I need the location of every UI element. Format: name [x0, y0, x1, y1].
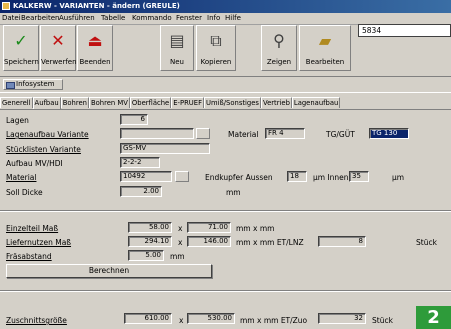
- endkupfer-label: Endkupfer Aussen: [205, 173, 273, 182]
- figure-number-badge: 2: [416, 306, 451, 329]
- zuschnitt-unit: mm x mm ET/Zuo: [240, 316, 308, 325]
- infosystem-label: Infosystem: [16, 80, 55, 88]
- zuschnitt-x-field[interactable]: 610.00: [124, 313, 172, 324]
- aufbau-label: Aufbau MV/HDI: [6, 159, 63, 168]
- menu-info[interactable]: Info: [207, 14, 220, 22]
- lagenaufbau-field[interactable]: [120, 128, 194, 139]
- tab-vertrieb[interactable]: Vertrieb: [260, 97, 292, 108]
- einzelteil-label: Einzelteil Maß: [6, 224, 59, 233]
- material-field-2[interactable]: FR 4: [265, 128, 305, 139]
- infosystem-button[interactable]: Infosystem: [3, 79, 63, 90]
- fraesabstand-label: Fräsabstand: [6, 252, 52, 261]
- um-label: µm: [392, 173, 405, 182]
- material-label-2: Material: [228, 130, 259, 139]
- zuschnitt-times: x: [179, 316, 184, 325]
- menu-bearbeiten[interactable]: Bearbeiten: [21, 14, 59, 22]
- einzelteil-y-field[interactable]: 71.00: [187, 222, 231, 233]
- exit-icon: ⏏: [87, 31, 103, 50]
- fraesabstand-unit: mm: [170, 252, 185, 261]
- liefernutzen-unit: mm x mm ET/LNZ: [236, 238, 304, 247]
- copy-label: Kopieren: [200, 58, 232, 66]
- copy-icon: ⧉: [210, 31, 222, 50]
- new-label: Neu: [170, 58, 184, 66]
- tg-field[interactable]: TG 130: [369, 128, 409, 139]
- show-label: Zeigen: [266, 58, 292, 66]
- tab-lagenaufbau[interactable]: Lagenaufbau: [291, 97, 341, 108]
- stueckliste-field[interactable]: GS-MV: [120, 143, 210, 154]
- lagenaufbau-label: Lagenaufbau Variante: [6, 130, 89, 139]
- tab-generell[interactable]: Generell: [0, 97, 33, 108]
- liefernutzen-stueck: Stück: [416, 238, 437, 247]
- aufbau-panel: Lagen 6 Lagenaufbau Variante Material FR…: [0, 110, 451, 329]
- show-button[interactable]: ⚲ Zeigen: [261, 25, 297, 71]
- menu-ausfuehren[interactable]: Ausführen: [59, 14, 95, 22]
- title-bar: KALKERW - VARIANTEN - ändern (GREULE): [0, 0, 451, 13]
- menu-fenster[interactable]: Fenster: [176, 14, 202, 22]
- zuschnitt-label: Zuschnittsgröße: [6, 316, 67, 325]
- menu-kommando[interactable]: Kommando: [132, 14, 172, 22]
- checkmark-icon: ✓: [14, 31, 28, 50]
- material-field[interactable]: 10492: [120, 171, 172, 182]
- cross-icon: ✕: [51, 31, 65, 50]
- zuschnitt-stueck: Stück: [372, 316, 393, 325]
- zuschnitt-y-field[interactable]: 530.00: [187, 313, 235, 324]
- tab-e-pruef[interactable]: E-PRUEF: [171, 97, 204, 108]
- magnifier-icon: ⚲: [273, 31, 285, 50]
- tg-label: TG/GÜT: [326, 130, 355, 139]
- material-label: Material: [6, 173, 37, 182]
- lagen-field[interactable]: 6: [120, 114, 148, 125]
- menu-hilfe[interactable]: Hilfe: [225, 14, 241, 22]
- calculate-button[interactable]: Berechnen: [6, 264, 212, 278]
- tab-umiss-sonstiges[interactable]: Umiß/Sonstiges: [203, 97, 261, 108]
- window-icon: [6, 82, 15, 89]
- solldicke-label: Soll Dicke: [6, 188, 43, 197]
- liefernutzen-label: Liefernutzen Maß: [6, 238, 72, 247]
- liefernutzen-y-field[interactable]: 146.00: [187, 236, 231, 247]
- tab-oberflaeche[interactable]: Oberfläche: [129, 97, 172, 108]
- discard-label: Verwerfen: [41, 58, 77, 66]
- einzelteil-times: x: [178, 224, 183, 233]
- menu-datei[interactable]: Datei: [2, 14, 21, 22]
- tab-strip: Generell Aufbau Bohren Bohren MV Oberfläche E…: [0, 97, 451, 110]
- um-innen-label: µm Innen: [313, 173, 349, 182]
- app-icon: [2, 2, 10, 10]
- copy-button[interactable]: ⧉ Kopieren: [196, 25, 236, 71]
- tab-bohren-mv[interactable]: Bohren MV: [88, 97, 130, 108]
- zuschnitt-count-field[interactable]: 32: [318, 313, 366, 324]
- menu-tabelle[interactable]: Tabelle: [101, 14, 125, 22]
- record-combo[interactable]: 5834: [358, 24, 451, 37]
- separator-2: [0, 290, 451, 292]
- tab-aufbau[interactable]: Aufbau: [32, 97, 61, 109]
- separator: [0, 210, 451, 212]
- save-button[interactable]: ✓ Speichern: [3, 25, 39, 71]
- material-lookup-button[interactable]: [175, 171, 189, 182]
- endkupfer-field[interactable]: 18: [287, 171, 307, 182]
- edit-label: Bearbeiten: [305, 58, 345, 66]
- new-document-icon: ▤: [169, 31, 185, 50]
- aufbau-field[interactable]: 2-2-2: [120, 157, 160, 168]
- exit-button[interactable]: ⏏ Beenden: [77, 25, 113, 71]
- innen-field[interactable]: 35: [349, 171, 369, 182]
- einzelteil-unit: mm x mm: [236, 224, 275, 233]
- liefernutzen-times: x: [178, 238, 183, 247]
- stueckliste-label: Stücklisten Variante: [6, 145, 81, 154]
- liefernutzen-x-field[interactable]: 294.10: [128, 236, 172, 247]
- discard-button[interactable]: ✕ Verwerfen: [40, 25, 77, 71]
- edit-button[interactable]: ▰ Bearbeiten: [299, 25, 351, 71]
- new-button[interactable]: ▤ Neu: [160, 25, 194, 71]
- window-title: KALKERW - VARIANTEN - ändern (GREULE): [13, 2, 180, 10]
- liefernutzen-count-field[interactable]: 8: [318, 236, 366, 247]
- lagen-label: Lagen: [6, 116, 29, 125]
- folder-icon: ▰: [318, 31, 332, 50]
- info-bar: Infosystem: [0, 76, 451, 93]
- save-label: Speichern: [4, 58, 39, 66]
- solldicke-unit: mm: [226, 188, 241, 197]
- solldicke-field[interactable]: 2.00: [120, 186, 162, 197]
- tab-bohren[interactable]: Bohren: [60, 97, 89, 108]
- exit-label: Beenden: [79, 58, 111, 66]
- lagenaufbau-lookup-button[interactable]: [196, 128, 210, 139]
- einzelteil-x-field[interactable]: 58.00: [128, 222, 172, 233]
- fraesabstand-field[interactable]: 5.00: [128, 250, 164, 261]
